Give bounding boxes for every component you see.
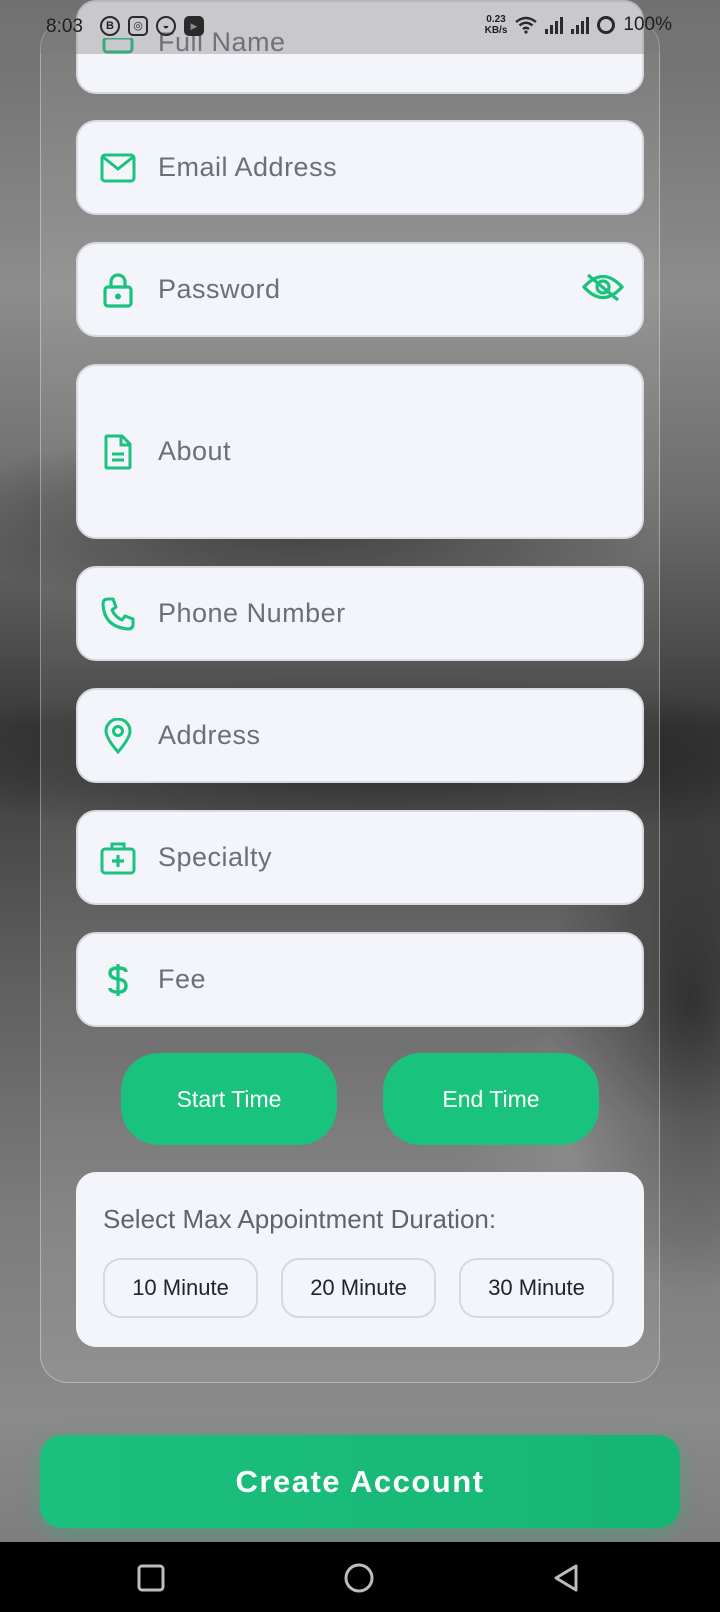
location-pin-icon: [98, 716, 138, 756]
medical-bag-icon: [98, 838, 138, 878]
duration-option-10[interactable]: 10 Minute: [103, 1258, 258, 1318]
signal-icon-2: [571, 16, 590, 34]
create-account-button[interactable]: Create Account: [40, 1435, 680, 1528]
fee-placeholder: Fee: [158, 964, 207, 994]
eye-off-icon[interactable]: [581, 272, 625, 307]
password-placeholder: Password: [158, 274, 281, 304]
specialty-field[interactable]: Specialty: [76, 810, 644, 905]
duration-title: Select Max Appointment Duration:: [103, 1204, 497, 1234]
end-time-button[interactable]: End Time: [383, 1053, 599, 1145]
phone-placeholder: Phone Number: [158, 598, 346, 628]
address-field[interactable]: Address: [76, 688, 644, 783]
instagram-icon: ◎: [128, 16, 148, 36]
lock-icon: [98, 270, 138, 310]
phone-field[interactable]: Phone Number: [76, 566, 644, 661]
youtube-icon: ▶: [184, 16, 204, 36]
status-bar: 8:03 B ◎ ◒ ▶ 0.23 KB/s 100%: [0, 0, 720, 54]
net-speed-unit: KB/s: [484, 25, 508, 36]
email-placeholder: Email Address: [158, 152, 338, 182]
specialty-placeholder: Specialty: [158, 842, 273, 872]
phone-icon: [98, 594, 138, 634]
network-speed: 0.23 KB/s: [485, 14, 508, 36]
document-icon: [98, 432, 138, 472]
home-button[interactable]: [339, 1558, 379, 1598]
address-placeholder: Address: [158, 720, 261, 750]
signal-icon-1: [545, 16, 564, 34]
net-speed-value: 0.23: [486, 14, 506, 25]
status-right-icons: 0.23 KB/s 100%: [485, 14, 672, 36]
start-time-button[interactable]: Start Time: [121, 1053, 337, 1145]
duration-option-30[interactable]: 30 Minute: [459, 1258, 614, 1318]
about-placeholder: About: [158, 436, 232, 466]
battery-level: 100%: [623, 14, 672, 35]
email-field[interactable]: Email Address: [76, 120, 644, 215]
dollar-icon: [98, 960, 138, 1000]
notification-icons: B ◎ ◒ ▶: [100, 16, 204, 36]
system-nav-bar: [0, 1542, 720, 1612]
app-notification-icon: ◒: [156, 16, 176, 36]
fee-field[interactable]: Fee: [76, 932, 644, 1027]
status-time: 8:03: [46, 16, 83, 37]
wifi-icon: [515, 16, 538, 34]
duration-option-20[interactable]: 20 Minute: [281, 1258, 436, 1318]
about-field[interactable]: About: [76, 364, 644, 539]
back-button[interactable]: [546, 1558, 586, 1598]
recents-button[interactable]: [131, 1558, 171, 1598]
duration-selector: Select Max Appointment Duration: 10 Minu…: [76, 1172, 644, 1347]
mail-icon: [98, 148, 138, 188]
b-app-icon: B: [100, 16, 120, 36]
password-field[interactable]: Password: [76, 242, 644, 337]
battery-icon: [597, 16, 616, 34]
